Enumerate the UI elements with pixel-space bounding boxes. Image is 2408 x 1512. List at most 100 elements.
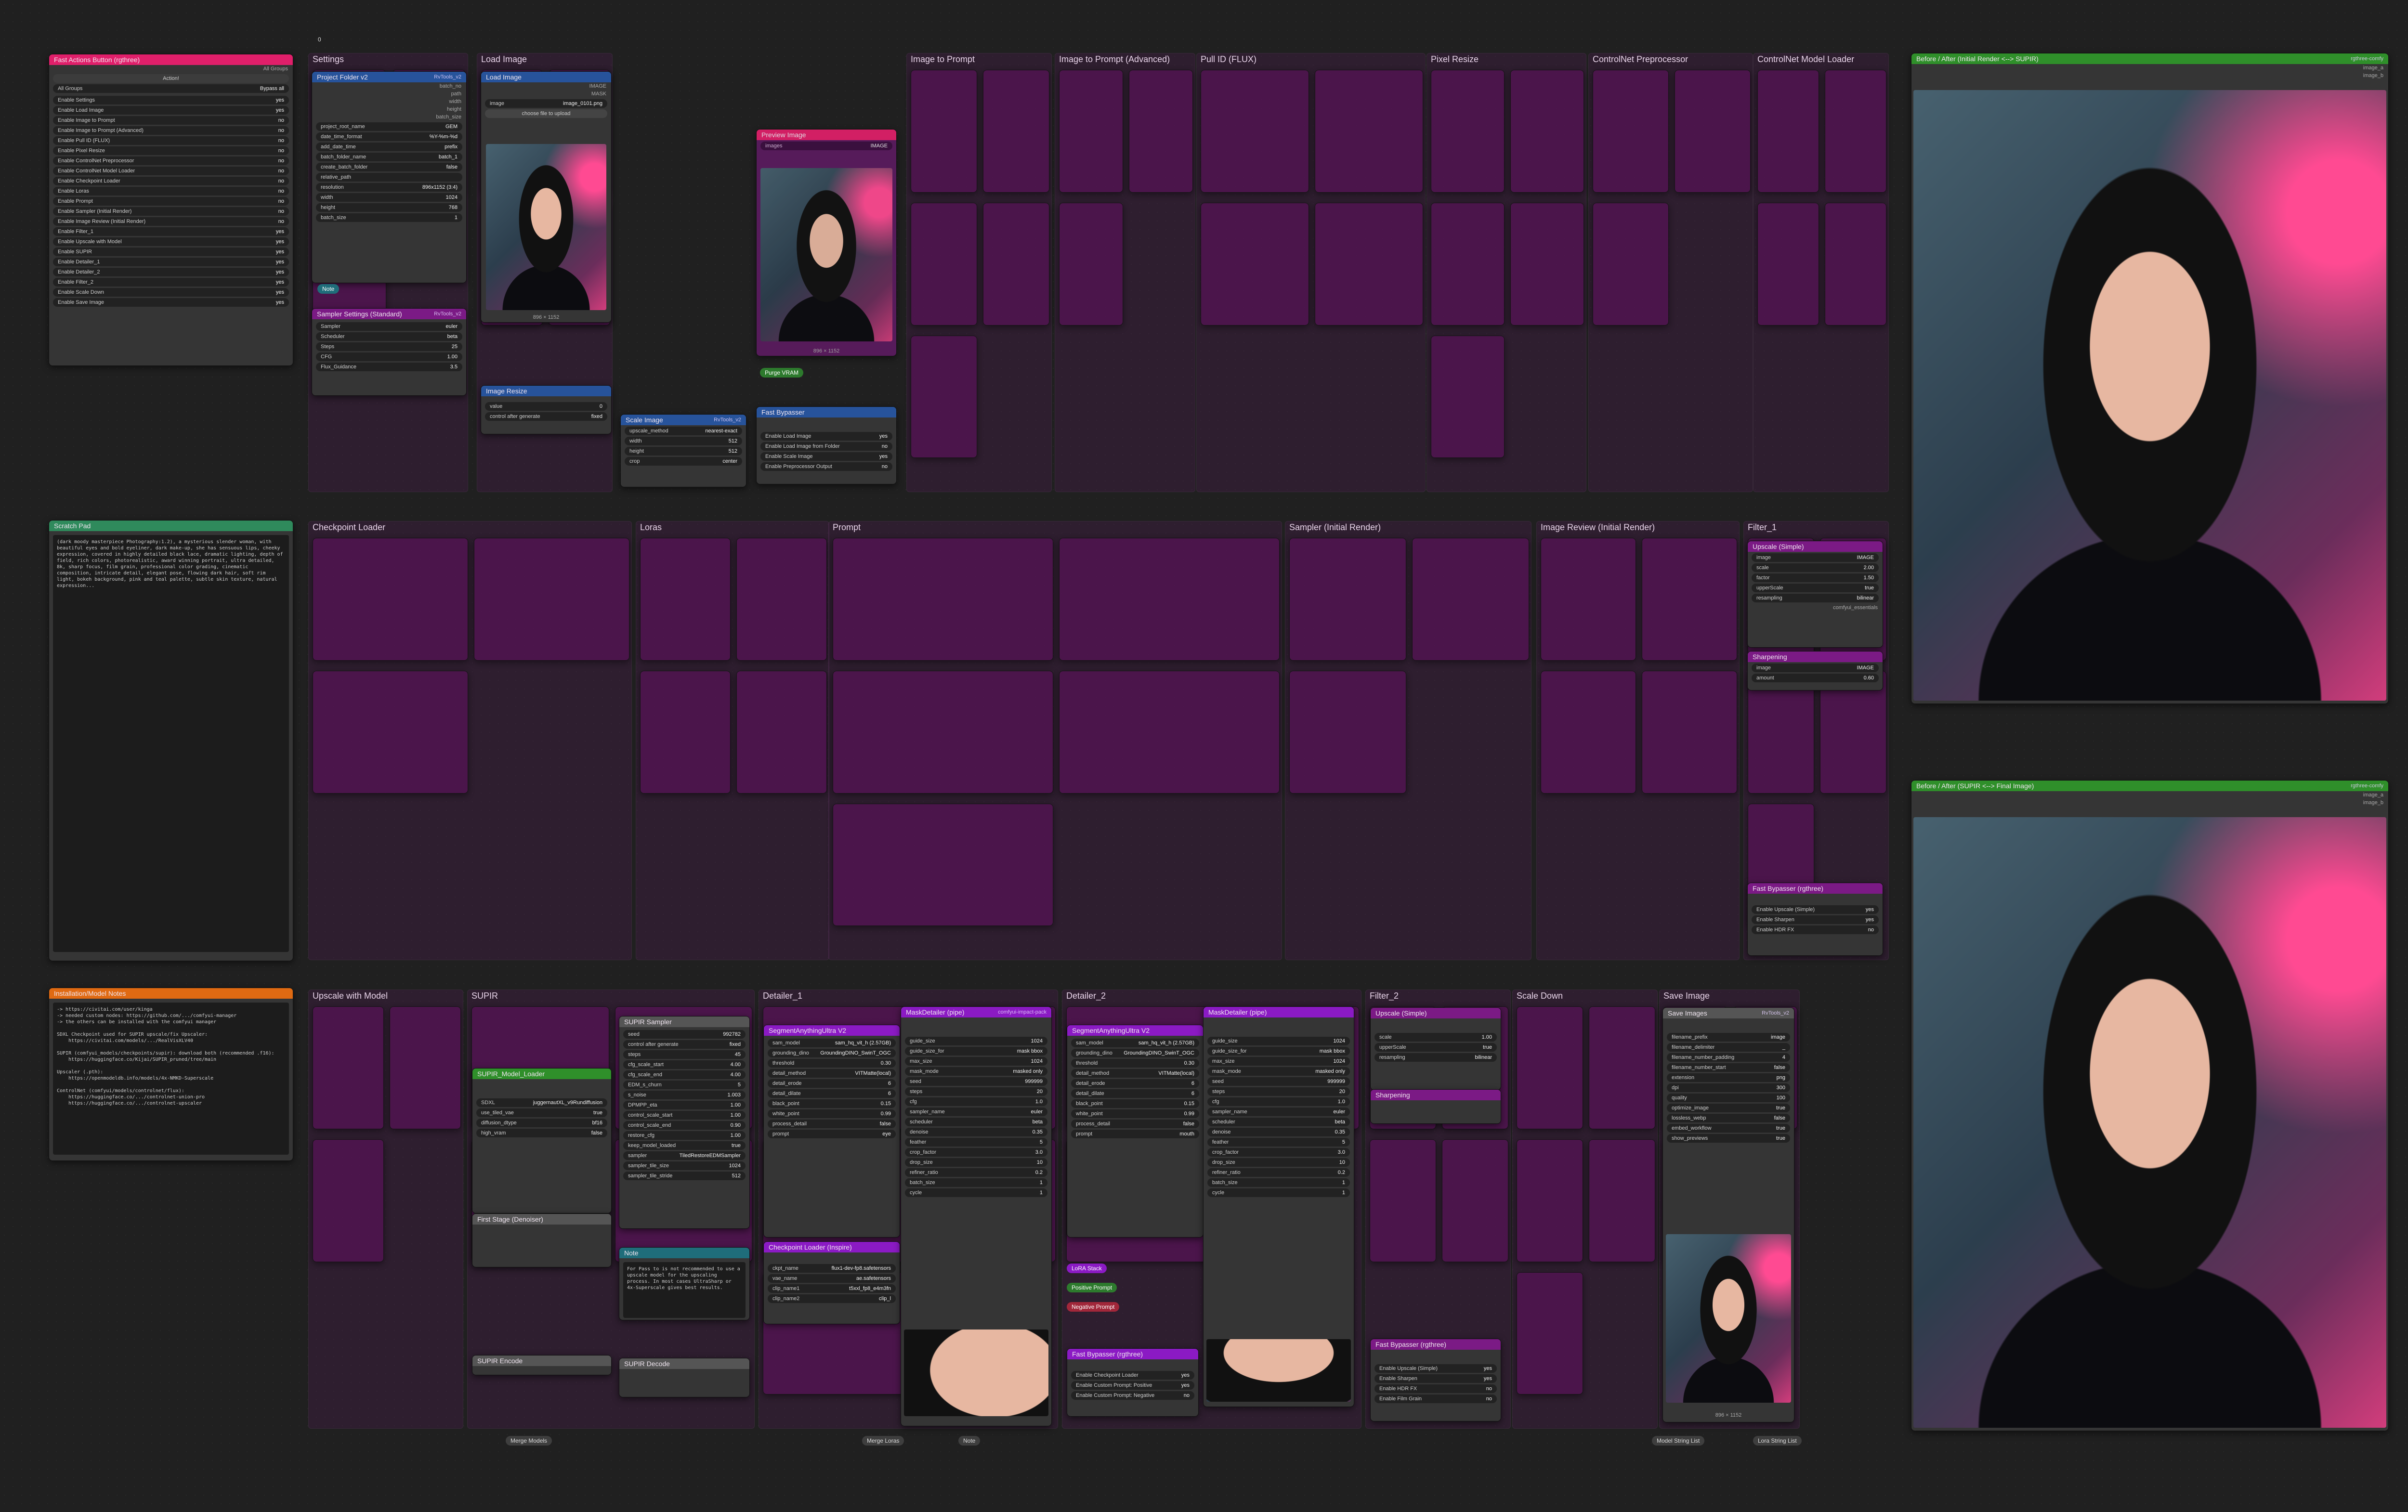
compare-image-bottom[interactable]: [1913, 817, 2386, 1428]
widget-row[interactable]: threshold 0.30: [768, 1059, 896, 1068]
widget-row[interactable]: Enable Checkpoint Loader no: [53, 177, 289, 185]
group-panel[interactable]: ControlNet Model Loader: [1753, 53, 1889, 492]
widget-row[interactable]: Enable Preprocessor Output no: [760, 462, 892, 471]
group-panel[interactable]: Pixel Resize: [1426, 53, 1586, 492]
widget-row[interactable]: Enable Sharpen yes: [1374, 1374, 1497, 1383]
bypassed-node[interactable]: [1757, 202, 1819, 326]
widget-row[interactable]: prompt mouth: [1071, 1130, 1199, 1138]
bypassed-node[interactable]: [1642, 670, 1737, 794]
bypassed-node[interactable]: [474, 538, 629, 661]
widget-row[interactable]: dpi 300: [1667, 1083, 1790, 1092]
widget-row[interactable]: Enable Upscale (Simple) yes: [1374, 1364, 1497, 1373]
supir-note-node[interactable]: Note For Pass to is not recommended to u…: [619, 1247, 750, 1320]
widget-row[interactable]: Sampler euler: [316, 322, 462, 331]
widget-row[interactable]: detail_method VITMatte(local): [768, 1069, 896, 1078]
bypassed-node[interactable]: [1412, 538, 1529, 661]
image-select[interactable]: image image_0101.png: [485, 99, 607, 108]
widget-row[interactable]: seed 999999: [1207, 1077, 1350, 1086]
action-button[interactable]: Action!: [53, 74, 289, 83]
widget-row[interactable]: Enable HDR FX no: [1752, 925, 1879, 934]
bypassed-node[interactable]: [1431, 70, 1505, 193]
widget-row[interactable]: Flux_Guidance 3.5: [316, 363, 462, 371]
node-header[interactable]: Load Image: [481, 72, 611, 82]
scratch-pad-node[interactable]: Scratch Pad (dark moody masterpiece Phot…: [49, 520, 293, 961]
widget-row[interactable]: control after generate fixed: [485, 412, 607, 421]
widget-row[interactable]: cfg 1.0: [905, 1097, 1047, 1106]
widget-row[interactable]: grounding_dino GroundingDINO_SwinT_OGC: [1071, 1049, 1199, 1057]
widget-row[interactable]: white_point 0.99: [768, 1109, 896, 1118]
widget-row[interactable]: quality 100: [1667, 1094, 1790, 1102]
widget-row[interactable]: Enable Sampler (Initial Render) no: [53, 207, 289, 216]
bottom-pill[interactable]: Merge Loras: [862, 1436, 904, 1446]
widget-row[interactable]: Enable Load Image yes: [760, 432, 892, 441]
widget-row[interactable]: width 1024: [316, 193, 462, 202]
widget-row[interactable]: batch_size 1: [1207, 1178, 1350, 1187]
widget-row[interactable]: Enable Settings yes: [53, 96, 289, 104]
widget-row[interactable]: denoise 0.35: [1207, 1128, 1350, 1136]
widget-row[interactable]: process_detail false: [1071, 1120, 1199, 1128]
widget-row[interactable]: Enable Prompt no: [53, 197, 289, 206]
widget-row[interactable]: Enable Loras no: [53, 187, 289, 196]
bypassed-node[interactable]: [1757, 70, 1819, 193]
widget-row[interactable]: Enable Image Review (Initial Render) no: [53, 217, 289, 226]
mask-detailer-node-2[interactable]: MaskDetailer (pipe) guide_size 1024 guide_…: [1203, 1006, 1354, 1407]
node-header[interactable]: Note: [619, 1248, 749, 1258]
sharpening-2-node[interactable]: Sharpening: [1370, 1089, 1501, 1124]
supir-encode-node[interactable]: SUPIR Encode: [472, 1355, 612, 1375]
widget-row[interactable]: control_scale_end 0.90: [623, 1121, 746, 1130]
compare-node-bottom[interactable]: Before / After (SUPIR <--> Final Image) r…: [1911, 780, 2389, 1431]
bypassed-node[interactable]: [1541, 538, 1636, 661]
node-header[interactable]: Preview Image: [757, 130, 896, 140]
bypassed-node[interactable]: [1593, 202, 1669, 326]
bypassed-node[interactable]: [1431, 202, 1505, 326]
widget-row[interactable]: detail_dilate 6: [1071, 1089, 1199, 1098]
bypassed-node[interactable]: [313, 538, 468, 661]
node-header[interactable]: Upscale (Simple): [1748, 541, 1883, 552]
widget-row[interactable]: Enable SUPIR yes: [53, 248, 289, 256]
node-header[interactable]: Project Folder v2 RvTools_v2: [312, 72, 466, 82]
node-header[interactable]: Fast Bypasser (rgthree): [1748, 883, 1883, 894]
widget-row[interactable]: detail_dilate 6: [768, 1089, 896, 1098]
widget-row[interactable]: Enable ControlNet Model Loader no: [53, 167, 289, 175]
widget-row[interactable]: cfg_scale_start 4.00: [623, 1060, 746, 1069]
widget-row[interactable]: drop_size 10: [1207, 1158, 1350, 1167]
node-header[interactable]: Fast Bypasser (rgthree): [1067, 1349, 1198, 1359]
widget-row[interactable]: filename_delimiter _: [1667, 1043, 1790, 1052]
widget-row[interactable]: crop_factor 3.0: [905, 1148, 1047, 1157]
widget-row[interactable]: white_point 0.99: [1071, 1109, 1199, 1118]
widget-row[interactable]: Enable Scale Image yes: [760, 452, 892, 461]
widget-row[interactable]: max_size 1024: [1207, 1057, 1350, 1066]
upload-button[interactable]: choose file to upload: [485, 109, 607, 118]
preview-image-node[interactable]: Preview Image images IMAGE 896 × 1152: [756, 129, 897, 356]
bypassed-node[interactable]: [736, 670, 827, 794]
widget-row[interactable]: crop center: [625, 457, 742, 466]
bypassed-node[interactable]: [1201, 202, 1309, 326]
node-header[interactable]: Installation/Model Notes: [49, 988, 293, 999]
widget-row[interactable]: project_root_name GEM: [316, 122, 462, 131]
supir-decode-node[interactable]: SUPIR Decode: [619, 1358, 750, 1397]
bypassed-node[interactable]: [983, 70, 1049, 193]
node-header[interactable]: Save Images RvTools_v2: [1663, 1008, 1794, 1018]
widget-row[interactable]: Enable Checkpoint Loader yes: [1071, 1371, 1194, 1380]
widget-row[interactable]: detail_method VITMatte(local): [1071, 1069, 1199, 1078]
widget-row[interactable]: Enable Sharpen yes: [1752, 915, 1879, 924]
widget-row[interactable]: Enable Load Image yes: [53, 106, 289, 115]
widget-row[interactable]: crop_factor 3.0: [1207, 1148, 1350, 1157]
widget-row[interactable]: Enable Save Image yes: [53, 298, 289, 307]
widget-row[interactable]: Enable Load Image from Folder no: [760, 442, 892, 451]
widget-row[interactable]: black_point 0.15: [768, 1099, 896, 1108]
widget-row[interactable]: guide_size 1024: [905, 1037, 1047, 1045]
lora-stack-chip[interactable]: LoRA Stack: [1067, 1264, 1107, 1273]
bypassed-node[interactable]: [833, 670, 1053, 794]
widget-row[interactable]: Scheduler beta: [316, 332, 462, 341]
load-image-node[interactable]: Load Image IMAGE MASK image image_0101.pn…: [481, 71, 612, 323]
widget-row[interactable]: Enable Image to Prompt no: [53, 116, 289, 125]
widget-row[interactable]: process_detail false: [768, 1120, 896, 1128]
node-header[interactable]: Scratch Pad: [49, 521, 293, 531]
scale-image-node[interactable]: Scale Image RvTools_v2 upscale_method near…: [620, 414, 746, 487]
widget-row[interactable]: resampling bilinear: [1374, 1053, 1497, 1062]
node-header[interactable]: MaskDetailer (pipe): [1204, 1007, 1354, 1017]
bypassed-node[interactable]: [1589, 1139, 1655, 1262]
widget-row[interactable]: Enable Custom Prompt: Negative no: [1071, 1391, 1194, 1400]
node-header[interactable]: Before / After (Initial Render <--> SUPI…: [1911, 53, 2388, 64]
